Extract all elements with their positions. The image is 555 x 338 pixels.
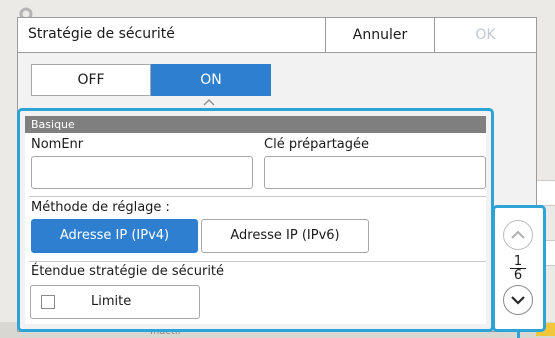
toggle-on-button[interactable]: ON [151, 64, 271, 96]
cancel-button[interactable]: Annuler [325, 18, 435, 52]
chevron-up-icon [511, 230, 525, 239]
ok-button[interactable]: OK [435, 18, 536, 52]
toggle-off-button[interactable]: OFF [31, 64, 151, 96]
dialog-title-bar: Stratégie de sécurité Annuler OK [18, 18, 536, 53]
dialog-title: Stratégie de sécurité [28, 26, 175, 42]
chevron-down-icon [511, 296, 525, 305]
highlight-pointer [517, 331, 520, 338]
highlight-frame [17, 108, 494, 332]
page-current: 1 [513, 254, 523, 269]
page-total: 6 [513, 268, 523, 283]
scroll-down-button[interactable] [503, 285, 533, 315]
scroll-up-button[interactable] [503, 220, 533, 250]
caret-up-icon [203, 99, 215, 106]
